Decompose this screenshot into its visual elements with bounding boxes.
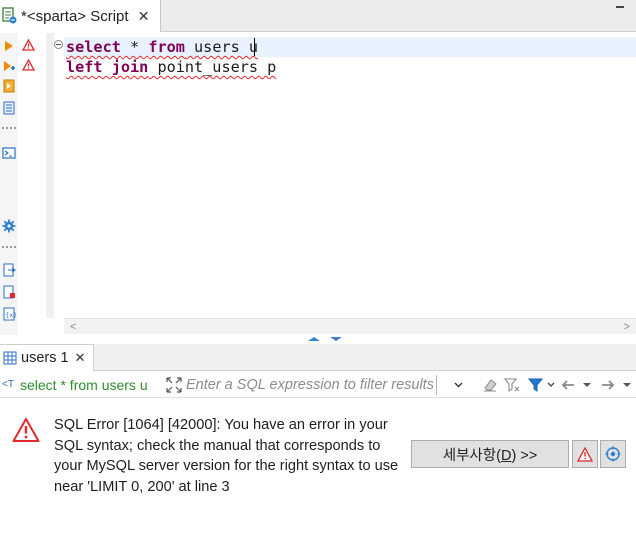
- chevron-down-icon[interactable]: [581, 376, 593, 394]
- results-tab-title: users 1: [21, 350, 69, 366]
- close-icon[interactable]: ✕: [75, 350, 86, 366]
- editor-tab-title: *<sparta> Script: [21, 7, 129, 25]
- arrow-left-icon[interactable]: [559, 376, 577, 394]
- filter-history-dropdown[interactable]: [436, 375, 474, 395]
- text-caret: [254, 38, 255, 56]
- warning-icon: [577, 446, 593, 462]
- svg-text:{x}: {x}: [5, 311, 16, 319]
- execute-in-new-tab-icon[interactable]: [2, 79, 16, 93]
- new-script-icon[interactable]: [2, 285, 16, 299]
- code-line: select * from users u: [66, 38, 259, 56]
- variables-icon[interactable]: {x}: [2, 307, 16, 321]
- separator: [2, 127, 16, 129]
- error-marker-icon[interactable]: [22, 59, 35, 71]
- console-icon[interactable]: [2, 146, 16, 160]
- sql-editor[interactable]: select * from users u left join point_us…: [64, 33, 636, 318]
- execute-statement-icon[interactable]: [2, 39, 16, 53]
- error-message: SQL Error [1064] [42000]: You have an er…: [54, 417, 399, 495]
- code-line: left join point_users p: [66, 58, 277, 76]
- maximize-panel-icon[interactable]: [306, 336, 344, 342]
- results-filter-toolbar: <T select * from users u: [0, 372, 636, 398]
- details-label-suffix: ) >>: [511, 447, 538, 464]
- show-error-log-button[interactable]: [572, 440, 598, 468]
- chevron-down-icon[interactable]: [621, 376, 633, 394]
- arrow-right-icon[interactable]: [599, 376, 617, 394]
- error-marker-icon[interactable]: [22, 39, 35, 51]
- details-label-prefix: 세부사항(: [442, 447, 501, 464]
- query-preview[interactable]: <T select * from users u: [2, 375, 160, 395]
- details-button[interactable]: 세부사항(D) >>: [411, 440, 569, 468]
- chevron-down-icon[interactable]: [547, 376, 555, 394]
- close-icon[interactable]: ✕: [137, 9, 151, 23]
- editor-side-toolbar: {x}: [0, 33, 18, 340]
- crosshair-icon: [605, 446, 621, 462]
- warning-triangle-icon: [12, 418, 40, 442]
- sql-script-icon: [2, 7, 17, 24]
- overview-ruler: [46, 33, 54, 318]
- filter-icon[interactable]: [527, 376, 545, 394]
- error-panel: SQL Error [1064] [42000]: You have an er…: [0, 399, 636, 543]
- scroll-right-icon[interactable]: >: [624, 321, 630, 333]
- expand-icon[interactable]: [165, 376, 183, 394]
- results-tab-bar: users 1 ✕: [0, 344, 636, 371]
- query-preview-text: select * from users u: [20, 377, 148, 393]
- eraser-icon[interactable]: [481, 376, 499, 394]
- separator: [2, 246, 16, 248]
- query-text-icon: <T: [2, 379, 14, 390]
- minimize-icon[interactable]: [614, 6, 626, 16]
- editor-tab-script[interactable]: *<sparta> Script ✕: [0, 0, 161, 32]
- fold-collapse-icon[interactable]: [54, 40, 63, 49]
- locate-error-button[interactable]: [600, 440, 626, 468]
- gear-icon[interactable]: [2, 219, 16, 233]
- editor-tab-bar: *<sparta> Script ✕: [0, 0, 636, 32]
- filter-input[interactable]: [186, 375, 433, 395]
- chevron-down-icon: [454, 382, 463, 388]
- tab-results-users[interactable]: users 1 ✕: [0, 344, 94, 371]
- panel-sash[interactable]: [0, 335, 636, 344]
- editor-gutter: [18, 33, 64, 318]
- execute-script-icon[interactable]: [2, 59, 16, 73]
- export-icon[interactable]: [2, 263, 16, 277]
- filter-settings-icon[interactable]: [503, 376, 521, 394]
- grid-icon: [3, 351, 17, 365]
- details-label-mnemonic: D: [500, 447, 512, 464]
- explain-plan-icon[interactable]: [2, 101, 16, 115]
- horizontal-scrollbar[interactable]: < >: [64, 318, 636, 334]
- scroll-left-icon[interactable]: <: [70, 321, 76, 333]
